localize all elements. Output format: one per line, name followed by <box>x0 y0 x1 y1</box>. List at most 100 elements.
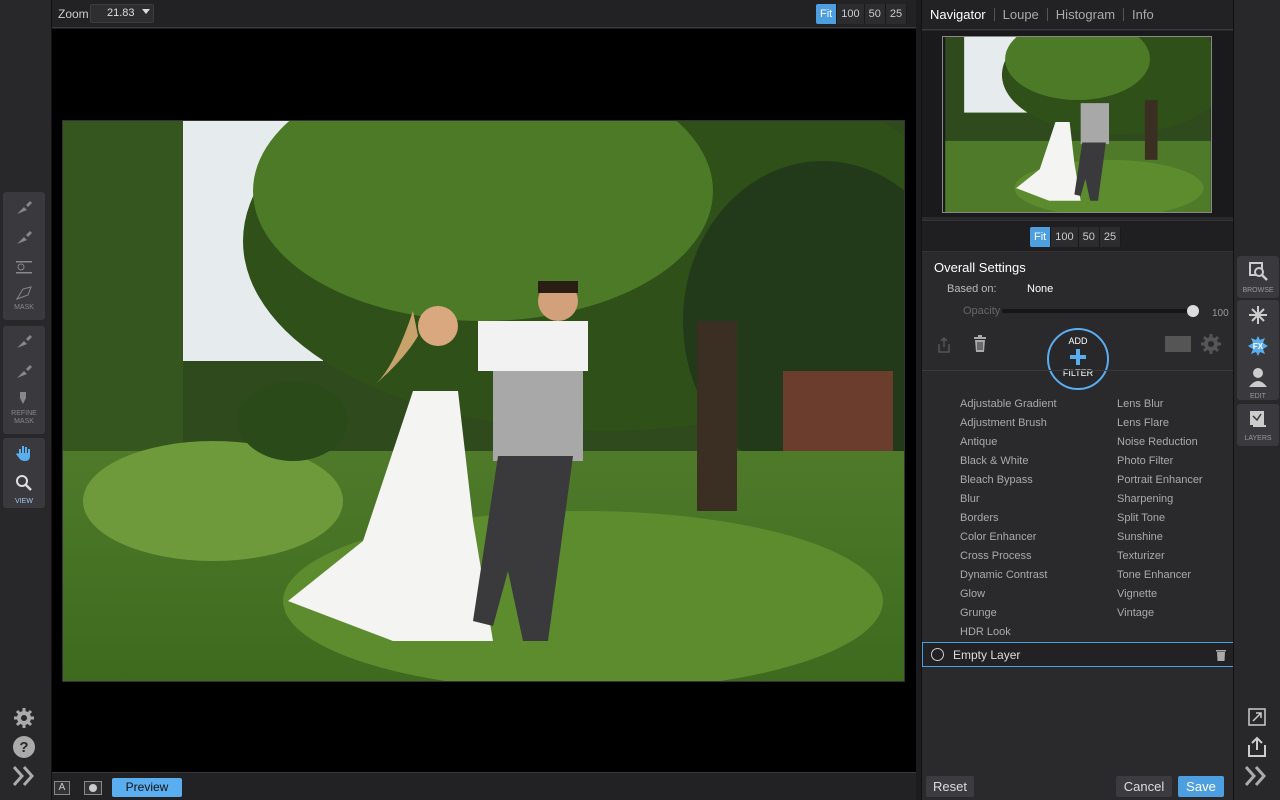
zoom-presets: Fit 100 50 25 <box>816 4 908 24</box>
edit-label: EDIT <box>1250 393 1266 400</box>
plus-icon <box>1070 349 1086 365</box>
photo-preview[interactable] <box>62 120 905 682</box>
filter-item[interactable]: Sunshine <box>1117 530 1203 549</box>
filter-item[interactable]: Grunge <box>960 606 1057 625</box>
zoom-fit-button[interactable]: Fit <box>816 4 838 24</box>
zoom-50-button[interactable]: 50 <box>864 4 886 24</box>
navigator-zoom-presets: Fit 100 50 25 <box>1030 227 1122 247</box>
help-icon[interactable]: ? <box>12 735 36 759</box>
right-module-strip: BROWSE FX EDIT LAYERS <box>1233 0 1280 800</box>
add-filter-label-top: ADD <box>1068 336 1088 346</box>
navigator-area <box>922 31 1234 217</box>
filter-item[interactable]: Bleach Bypass <box>960 473 1057 492</box>
filter-item[interactable]: Cross Process <box>960 549 1057 568</box>
mask-view-icon[interactable] <box>84 781 102 795</box>
bottom-toolbar: A Preview <box>52 772 916 800</box>
nav-zoom-25-button[interactable]: 25 <box>1099 227 1122 247</box>
zoom-tool[interactable] <box>3 468 45 498</box>
refine-tool-group: REFINE MASK <box>3 326 45 434</box>
browse-label: BROWSE <box>1242 287 1274 294</box>
share-icon[interactable] <box>1246 736 1268 758</box>
layer-name[interactable]: Empty Layer <box>953 648 1020 662</box>
zoom-toolbar: Zoom 21.83 Fit 100 50 25 <box>52 0 916 28</box>
filter-item[interactable]: Borders <box>960 511 1057 530</box>
refine-brush-2-tool[interactable] <box>3 356 45 386</box>
tab-loupe[interactable]: Loupe <box>995 8 1048 21</box>
add-filter-button[interactable]: ADD FILTER <box>1047 328 1109 390</box>
filter-item[interactable]: Split Tone <box>1117 511 1203 530</box>
layers-label: LAYERS <box>1244 435 1272 442</box>
filter-item[interactable]: Antique <box>960 435 1057 454</box>
filter-item[interactable]: Adjustment Brush <box>960 416 1057 435</box>
filter-item[interactable]: Vignette <box>1117 587 1203 606</box>
based-on-value[interactable]: None <box>1027 283 1053 295</box>
mask-label: MASK <box>14 304 34 311</box>
lasso-icon <box>15 286 32 300</box>
reset-button[interactable]: Reset <box>926 776 974 797</box>
refine-brush-tool[interactable] <box>3 326 45 356</box>
filter-item[interactable]: Glow <box>960 587 1057 606</box>
settings-gear-icon[interactable] <box>1200 333 1222 355</box>
collapse-chevron-icon[interactable] <box>1244 765 1268 787</box>
filter-item[interactable]: Blur <box>960 492 1057 511</box>
save-preset-icon[interactable] <box>936 336 952 354</box>
filter-item[interactable]: Portrait Enhancer <box>1117 473 1203 492</box>
filter-item[interactable]: Noise Reduction <box>1117 435 1203 454</box>
mask-tool-group: MASK <box>3 192 45 320</box>
nav-zoom-50-button[interactable]: 50 <box>1078 227 1100 247</box>
navigator-thumbnail[interactable] <box>942 36 1212 213</box>
svg-text:FX: FX <box>1253 342 1264 351</box>
zoom-25-button[interactable]: 25 <box>885 4 908 24</box>
tab-histogram[interactable]: Histogram <box>1048 8 1125 21</box>
opacity-slider[interactable] <box>1002 309 1192 313</box>
filter-item[interactable]: Photo Filter <box>1117 454 1203 473</box>
sparkle-icon[interactable] <box>1247 304 1269 326</box>
expand-chevron-icon[interactable] <box>12 765 36 787</box>
gear-icon[interactable] <box>12 706 36 730</box>
filter-item[interactable]: Sharpening <box>1117 492 1203 511</box>
tab-info[interactable]: Info <box>1124 8 1162 21</box>
navigator-zoom-bar: Fit 100 50 25 <box>922 220 1234 252</box>
opacity-slider-handle[interactable] <box>1187 305 1199 317</box>
filter-item[interactable]: Lens Blur <box>1117 397 1203 416</box>
mask-line-tool[interactable] <box>3 252 45 282</box>
nav-zoom-fit-button[interactable]: Fit <box>1030 227 1052 247</box>
hand-icon <box>16 446 30 461</box>
filter-item[interactable]: Dynamic Contrast <box>960 568 1057 587</box>
hand-tool[interactable] <box>3 438 45 468</box>
mask-brush-2-tool[interactable] <box>3 222 45 252</box>
mask-swatch[interactable] <box>1165 336 1191 352</box>
tab-navigator[interactable]: Navigator <box>922 8 995 21</box>
right-panel: Navigator Loupe Histogram Info Fit 100 5… <box>921 0 1234 800</box>
filter-item[interactable]: Lens Flare <box>1117 416 1203 435</box>
filter-item[interactable]: Black & White <box>960 454 1057 473</box>
filter-item[interactable]: Tone Enhancer <box>1117 568 1203 587</box>
layer-trash-icon[interactable] <box>1216 649 1226 661</box>
gradient-icon <box>16 261 32 274</box>
mask-brush-tool[interactable] <box>3 192 45 222</box>
cancel-button[interactable]: Cancel <box>1116 776 1172 797</box>
svg-text:?: ? <box>19 739 28 756</box>
trash-icon[interactable] <box>972 335 988 353</box>
layer-row[interactable]: Empty Layer <box>922 642 1234 667</box>
save-button[interactable]: Save <box>1178 776 1224 797</box>
filter-item[interactable]: Vintage <box>1117 606 1203 625</box>
filter-list-right: Lens Blur Lens Flare Noise Reduction Pho… <box>1117 397 1203 625</box>
fx-icon[interactable]: FX <box>1247 335 1269 357</box>
person-icon[interactable] <box>1247 366 1269 388</box>
mask-lasso-tool[interactable] <box>3 282 45 304</box>
view-label: VIEW <box>15 498 33 505</box>
nav-zoom-100-button[interactable]: 100 <box>1051 227 1079 247</box>
refine-chisel-tool[interactable] <box>3 386 45 410</box>
preview-button[interactable]: Preview <box>112 778 182 797</box>
fullscreen-icon[interactable] <box>1246 706 1268 728</box>
filter-item[interactable]: Color Enhancer <box>960 530 1057 549</box>
zoom-100-button[interactable]: 100 <box>837 4 865 24</box>
filter-item[interactable]: Texturizer <box>1117 549 1203 568</box>
layers-module-button[interactable]: LAYERS <box>1237 404 1279 446</box>
layer-visibility-icon[interactable] <box>931 648 944 661</box>
opacity-label: Opacity <box>963 305 1001 317</box>
before-after-a-toggle[interactable]: A <box>54 781 70 795</box>
browse-module-button[interactable]: BROWSE <box>1237 256 1279 298</box>
filter-item[interactable]: Adjustable Gradient <box>960 397 1057 416</box>
